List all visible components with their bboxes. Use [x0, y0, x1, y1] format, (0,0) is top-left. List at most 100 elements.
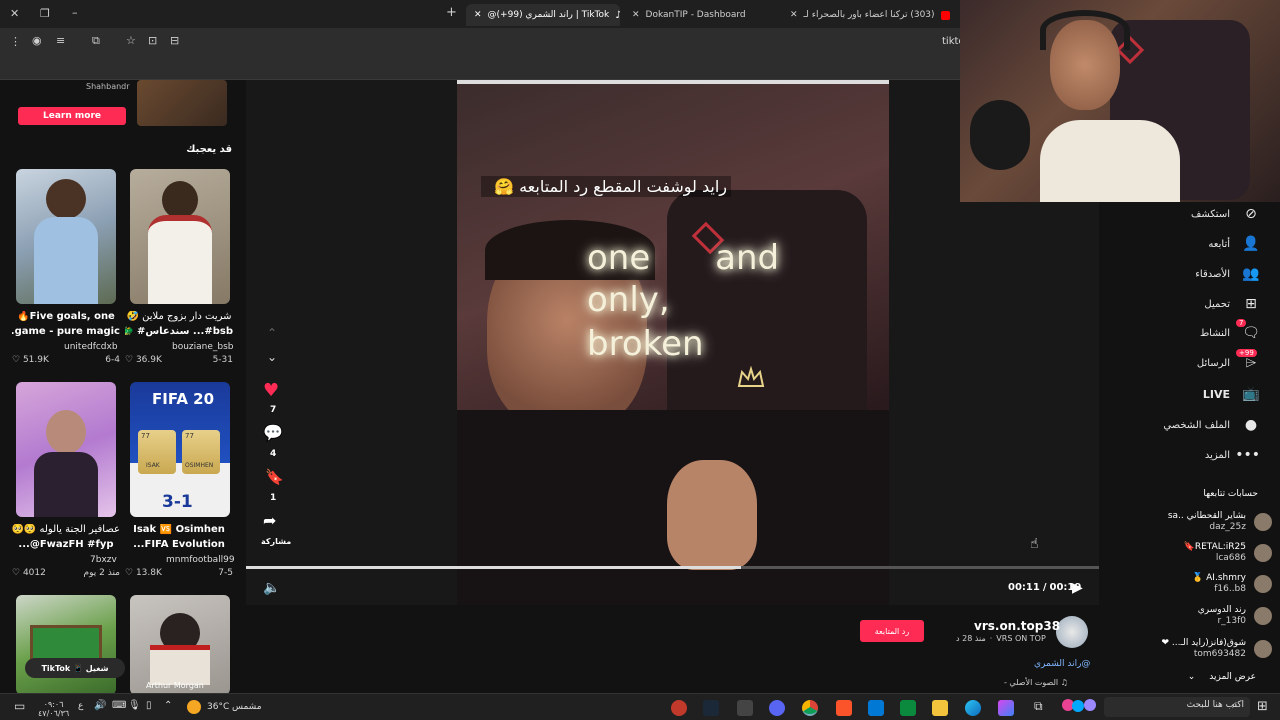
author-avatar[interactable] — [1056, 616, 1088, 648]
show-more-link[interactable]: عرض المزيد ⌄ — [1188, 672, 1256, 682]
open-tiktok-app-button[interactable]: TikTok 📱 شغيل — [25, 658, 125, 678]
minimize-window-icon[interactable]: – — [72, 6, 78, 19]
tab-close-icon[interactable]: ✕ — [790, 10, 798, 20]
account-handle: r_13f0 — [1217, 616, 1246, 626]
following-account[interactable]: بشاير القحطاني ..sa daz_25z — [1112, 507, 1272, 537]
following-account[interactable]: RETAL:iR25🔖 lca686 — [1112, 538, 1272, 568]
reading-list-icon[interactable]: ≡ — [56, 34, 65, 47]
battery-icon[interactable]: ▯ — [146, 700, 152, 711]
discord-icon[interactable] — [769, 700, 785, 716]
following-account[interactable]: رند الدوسري r_13f0 — [1112, 601, 1272, 631]
language-indicator[interactable]: ع — [78, 701, 83, 711]
browser-toolbar: ⋮ ◉ ≡ ⧉ ☆ ⊡ ⊟ tiktc — [0, 28, 964, 56]
video-thumb-1[interactable] — [16, 169, 116, 304]
store-icon[interactable] — [900, 700, 916, 716]
video-title[interactable]: شريت دار بزوج ملاين 🤣 — [125, 311, 233, 322]
post-mention[interactable]: @راند الشمري — [1034, 659, 1090, 669]
install-app-icon[interactable]: ⊟ — [170, 34, 179, 47]
restore-window-icon[interactable]: ❐ — [40, 7, 50, 20]
sidebar-item-more[interactable]: ••• المزيد — [1205, 443, 1260, 467]
video-title[interactable]: عصافير الجنة يالوله 🥺🥺 — [12, 524, 120, 535]
taskbar-search-box[interactable]: اكتب هنا للبحث ⌕ — [1104, 697, 1250, 717]
video-thumb-2[interactable] — [130, 169, 230, 304]
ad-thumbnail[interactable] — [137, 80, 227, 126]
video-subtitle[interactable]: FIFA Evolution... — [125, 539, 233, 550]
video-progress-fill — [246, 566, 741, 569]
tab-tiktok[interactable]: ✕ TikTok | راند الشمري (99+)@ ♪ — [466, 4, 620, 26]
author-username[interactable]: vrs.on.top38 — [974, 619, 1060, 633]
sidebar-item-friends[interactable]: 👥 الأصدقاء — [1195, 262, 1260, 286]
video-author[interactable]: unitedfcdxb — [64, 342, 118, 352]
next-video-icon[interactable]: ⌄ — [267, 350, 277, 364]
comment-icon[interactable]: 💬 — [263, 423, 283, 442]
follow-back-button[interactable]: رد المتابعة — [860, 620, 924, 642]
brave-icon[interactable] — [836, 700, 852, 716]
extensions-icon[interactable]: ⧉ — [92, 34, 100, 48]
video-title[interactable]: Isak 🆚 Osimhen — [125, 524, 233, 535]
weather-temp[interactable]: 36°C — [207, 702, 229, 712]
close-window-icon[interactable]: ✕ — [10, 7, 19, 20]
steam-icon[interactable] — [703, 700, 719, 716]
sidebar-item-upload[interactable]: ⊞ تحميل — [1204, 292, 1260, 316]
video-thumb-4[interactable]: FIFA 20 77 ISAK 77 OSIMHEN 3-1 — [130, 382, 230, 517]
weather-label[interactable]: مشمس — [232, 702, 262, 712]
video-subtitle[interactable]: bsb#... سندعاس# 🐲 — [125, 326, 233, 337]
previous-video-icon[interactable]: ⌃ — [267, 326, 277, 340]
video-thumb-5[interactable] — [16, 595, 116, 693]
copilot-icon[interactable] — [998, 700, 1014, 716]
app-icon-x[interactable] — [737, 700, 753, 716]
clock[interactable]: ٠٩:٠٦ ٤٧/٠٦/٣٦ — [38, 700, 69, 718]
tab-close-icon[interactable]: ✕ — [474, 10, 482, 20]
sidebar-item-live[interactable]: 📺 LIVE — [1203, 382, 1260, 406]
video-subtitle[interactable]: game - pure magic... — [12, 326, 120, 337]
sidebar-item-profile[interactable]: ● الملف الشخصي — [1163, 413, 1260, 437]
video-author[interactable]: mnmfootball99 — [166, 555, 235, 565]
edge-icon[interactable] — [965, 700, 981, 716]
chrome-icon[interactable] — [802, 700, 818, 716]
tray-chevron-icon[interactable]: ⌃ — [164, 700, 172, 711]
share-label[interactable]: مشاركة — [261, 537, 291, 546]
translate-icon[interactable]: ⊡ — [148, 34, 157, 47]
file-explorer-icon[interactable] — [932, 700, 948, 716]
task-view-icon[interactable]: ⧉ — [1034, 699, 1043, 714]
bookmark-star-icon[interactable]: ☆ — [126, 34, 136, 47]
video-progress-track[interactable] — [246, 566, 1099, 569]
time-current: 00:11 — [1008, 582, 1040, 593]
video-likes: 4012 ♡ — [12, 568, 46, 578]
sidebar-item-messages[interactable]: ⌲ 99+ الرسائل — [1197, 349, 1260, 375]
video-author[interactable]: bouziane_bsb — [172, 342, 234, 352]
tab-close-icon[interactable]: ✕ — [632, 10, 640, 20]
video-frame[interactable]: رايد لوشفت المقطع رد المتابعه 🤗 one and … — [457, 80, 889, 605]
following-account[interactable]: AI.shmry 🥇 f16..b8 — [1112, 569, 1272, 599]
sidebar-item-following[interactable]: 👤 أتابعه — [1208, 232, 1260, 256]
video-author[interactable]: 7bxzv — [90, 555, 117, 565]
video-subtitle[interactable]: FwazFH #fyp@... — [12, 539, 120, 550]
video-thumb-3[interactable] — [16, 382, 116, 517]
sidebar-item-compass[interactable]: ⊘ استكشف — [1191, 202, 1260, 226]
profile-icon[interactable]: ◉ — [32, 34, 42, 47]
post-info-panel — [246, 605, 1099, 693]
tab-dokantip[interactable]: ✕ DokanTIP - Dashboard — [624, 4, 778, 26]
notifications-icon[interactable]: ▭ — [14, 699, 25, 713]
video-date: 6-4 — [105, 355, 120, 365]
windows-start-icon[interactable]: ⊞ — [1257, 699, 1268, 714]
following-account[interactable]: شوق(فانز(رايد الـ... ❤ tom693482 — [1112, 634, 1272, 664]
like-heart-icon[interactable]: ♥ — [263, 380, 279, 401]
sidebar-item-activity[interactable]: 🗨 7 النشاط — [1200, 319, 1260, 345]
video-thumb-6[interactable]: Arthur Morgan — [130, 595, 230, 693]
speaker-icon[interactable]: 🔊 — [94, 700, 106, 711]
post-sound[interactable]: ♫ الصوت الأصلي - — [1004, 678, 1068, 687]
network-icon[interactable]: ⌨ — [112, 700, 126, 711]
app-icon-1[interactable] — [671, 700, 687, 716]
mic-icon[interactable]: 🎙 — [128, 700, 141, 711]
share-arrow-icon[interactable]: ➦ — [263, 511, 276, 530]
bookmark-icon[interactable]: 🔖 — [265, 468, 284, 486]
new-tab-icon[interactable]: + — [446, 5, 457, 20]
video-title[interactable]: Five goals, one🔥 — [12, 311, 120, 322]
tab-youtube[interactable]: ✕ (303) تركنا اعضاء باور بالصحراء لـ — [782, 4, 958, 26]
learn-more-button[interactable]: Learn more — [18, 107, 126, 125]
outlook-icon[interactable] — [868, 700, 884, 716]
menu-dots-icon[interactable]: ⋮ — [10, 35, 21, 48]
volume-icon[interactable]: 🔈 — [263, 580, 280, 596]
play-icon[interactable]: ▶ — [1072, 580, 1083, 596]
